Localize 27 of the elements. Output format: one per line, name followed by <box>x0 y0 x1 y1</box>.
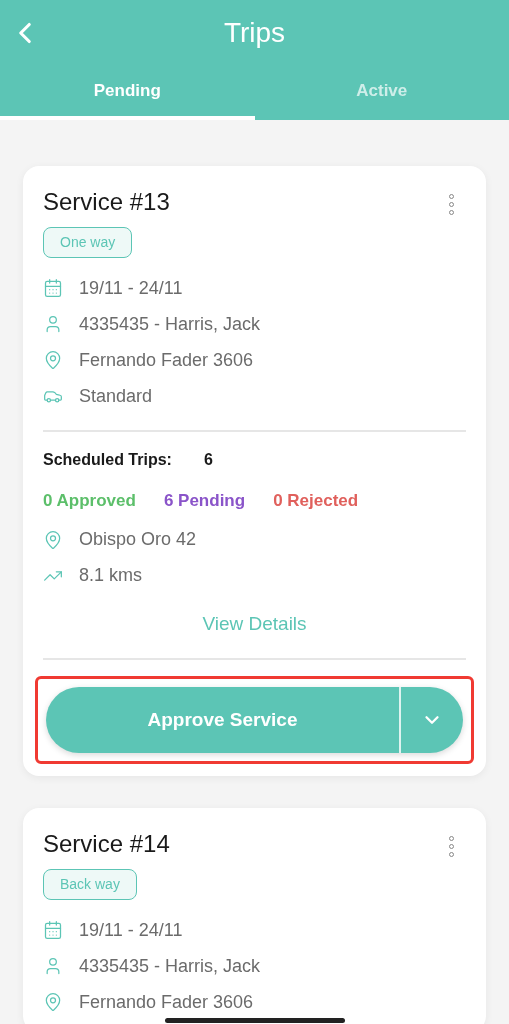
trip-type-badge: Back way <box>43 869 137 900</box>
map-pin-icon <box>43 992 63 1012</box>
service-title: Service #14 <box>43 829 170 859</box>
map-pin-icon <box>43 350 63 370</box>
info-text: 8.1 kms <box>79 564 143 587</box>
page-title: Trips <box>223 16 286 50</box>
view-details-link[interactable]: View Details <box>202 609 307 638</box>
info-text: 4335435 - Harris, Jack <box>79 312 261 336</box>
tab[interactable]: Pending <box>0 66 255 120</box>
map-pin-icon <box>43 529 63 550</box>
scheduled-trips-count: 6 <box>203 450 213 470</box>
tab[interactable]: Active <box>254 66 509 120</box>
service-title: Service #13 <box>43 187 170 217</box>
info-text: 19/11 - 24/11 <box>79 276 183 300</box>
calendar-icon <box>43 278 63 298</box>
info-text: 4335435 - Harris, Jack <box>79 954 261 978</box>
info-text: Fernando Fader 3606 <box>79 348 254 372</box>
info-text: 19/11 - 24/11 <box>79 918 183 942</box>
calendar-icon <box>43 920 63 940</box>
info-text: Standard <box>79 384 153 408</box>
trip-count: 6 Pending <box>163 490 246 512</box>
trip-type-badge: One way <box>43 227 133 258</box>
trip-count: 0 Rejected <box>273 490 359 512</box>
scheduled-trips-label: Scheduled Trips: <box>43 450 172 470</box>
info-text: Obispo Oro 42 <box>79 528 197 551</box>
trip-count: 0 Approved <box>43 490 136 512</box>
info-text: Fernando Fader 3606 <box>79 990 254 1014</box>
